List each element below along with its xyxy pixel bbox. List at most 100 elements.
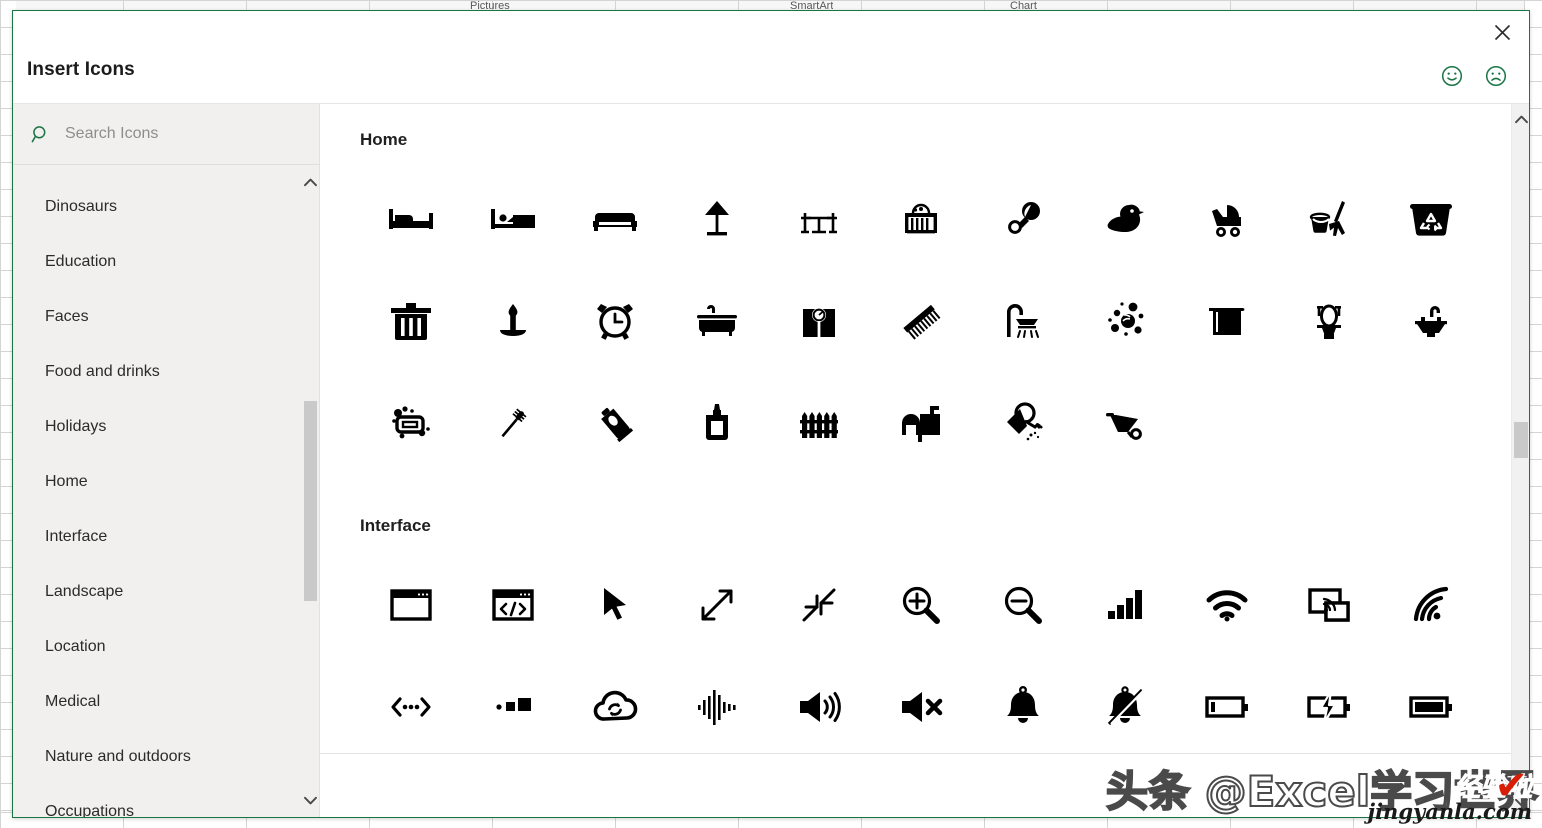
search-row	[13, 104, 319, 165]
bell-off-icon[interactable]	[1074, 656, 1176, 758]
search-input[interactable]	[63, 124, 303, 144]
sidebar-item-label: Landscape	[45, 582, 124, 600]
bathroom-scale-icon[interactable]	[768, 270, 870, 372]
shower-icon[interactable]	[972, 270, 1074, 372]
section-title: Interface	[360, 516, 431, 535]
sidebar-item-food-and-drinks[interactable]: Food and drinks	[13, 344, 301, 399]
browser-window-icon[interactable]	[360, 554, 462, 656]
rubber-duck-icon[interactable]	[1074, 168, 1176, 270]
towel-icon[interactable]	[1176, 270, 1278, 372]
sidebar-item-faces[interactable]: Faces	[13, 289, 301, 344]
zoom-out-icon[interactable]	[972, 554, 1074, 656]
toilet-icon[interactable]	[1278, 270, 1380, 372]
expand-diagonal-icon[interactable]	[666, 554, 768, 656]
floor-lamp-icon[interactable]	[666, 168, 768, 270]
soap-bar-icon[interactable]	[360, 372, 462, 474]
mop-and-bucket-icon[interactable]	[1278, 168, 1380, 270]
dialog-titlebar: Insert Icons	[13, 11, 1529, 103]
code-window-icon[interactable]	[462, 554, 564, 656]
section-title: Home	[360, 130, 408, 149]
recycle-bin-icon[interactable]	[1380, 168, 1482, 270]
sidebar-item-location[interactable]: Location	[13, 619, 301, 674]
table-and-chairs-icon[interactable]	[768, 168, 870, 270]
sidebar-item-landscape[interactable]: Landscape	[13, 564, 301, 619]
gallery-divider	[320, 753, 1511, 754]
scroll-down-arrow-icon[interactable]	[301, 789, 319, 811]
cursor-pointer-icon[interactable]	[564, 554, 666, 656]
scroll-up-arrow-icon[interactable]	[1512, 108, 1530, 130]
feedback-group	[1439, 63, 1509, 89]
sofa-icon[interactable]	[564, 168, 666, 270]
wheelbarrow-icon[interactable]	[1074, 372, 1176, 474]
sidebar-item-label: Holidays	[45, 417, 107, 435]
wifi-icon[interactable]	[1176, 554, 1278, 656]
stroller-icon[interactable]	[1176, 168, 1278, 270]
cloud-sync-icon[interactable]	[564, 656, 666, 758]
sidebar-item-home[interactable]: Home	[13, 454, 301, 509]
category-scrollbar[interactable]	[301, 165, 319, 817]
audio-waveform-icon[interactable]	[666, 656, 768, 758]
toothbrush-icon[interactable]	[462, 372, 564, 474]
glue-bottle-icon[interactable]	[666, 372, 768, 474]
sidebar-item-dinosaurs[interactable]: Dinosaurs	[13, 179, 301, 234]
sidebar-item-label: Faces	[45, 307, 89, 325]
bubbles-icon[interactable]	[1074, 270, 1176, 372]
resize-horizontal-icon[interactable]	[360, 656, 462, 758]
icon-grid	[360, 168, 1511, 474]
sidebar-item-label: Food and drinks	[45, 362, 160, 380]
sidebar-item-label: Occupations	[45, 802, 134, 818]
battery-full-icon[interactable]	[1380, 656, 1482, 758]
battery-charging-icon[interactable]	[1278, 656, 1380, 758]
fence-icon[interactable]	[768, 372, 870, 474]
sink-icon[interactable]	[1380, 270, 1482, 372]
candle-icon[interactable]	[462, 270, 564, 372]
screen-cast-icon[interactable]	[1278, 554, 1380, 656]
comb-icon[interactable]	[870, 270, 972, 372]
sidebar-item-interface[interactable]: Interface	[13, 509, 301, 564]
icon-grid	[360, 554, 1511, 758]
sidebar-item-medical[interactable]: Medical	[13, 674, 301, 729]
sidebar-item-label: Nature and outdoors	[45, 747, 191, 765]
bathtub-icon[interactable]	[666, 270, 768, 372]
sidebar-item-occupations[interactable]: Occupations	[13, 784, 301, 818]
bell-icon[interactable]	[972, 656, 1074, 758]
close-button[interactable]	[1483, 15, 1521, 49]
size-steps-icon[interactable]	[462, 656, 564, 758]
crib-icon[interactable]	[870, 168, 972, 270]
trash-can-icon[interactable]	[360, 270, 462, 372]
speaker-mute-icon[interactable]	[870, 656, 972, 758]
bed-with-person-icon[interactable]	[462, 168, 564, 270]
send-a-smile-icon[interactable]	[1439, 63, 1465, 89]
battery-low-icon[interactable]	[1176, 656, 1278, 758]
zoom-in-icon[interactable]	[870, 554, 972, 656]
dialog-body: Dinosaurs Education Faces Food and drink…	[13, 103, 1529, 817]
bed-icon[interactable]	[360, 168, 462, 270]
insert-icons-dialog: Insert Icons Search Icons Dinosaurs Educ…	[12, 10, 1530, 818]
page-title: Insert Icons	[27, 59, 135, 80]
watering-can-icon[interactable]	[972, 372, 1074, 474]
signal-bars-icon[interactable]	[1074, 554, 1176, 656]
send-a-frown-icon[interactable]	[1483, 63, 1509, 89]
sidebar-item-holidays[interactable]: Holidays	[13, 399, 301, 454]
gallery-scrollbar-thumb[interactable]	[1514, 422, 1528, 458]
mailbox-icon[interactable]	[870, 372, 972, 474]
toothpaste-icon[interactable]	[564, 372, 666, 474]
gallery-scrollbar[interactable]	[1511, 104, 1529, 817]
scroll-up-arrow-icon[interactable]	[301, 171, 319, 193]
icon-gallery-pane: Home Interface	[320, 104, 1529, 817]
alarm-clock-icon[interactable]	[564, 270, 666, 372]
baby-rattle-icon[interactable]	[972, 168, 1074, 270]
category-list: Dinosaurs Education Faces Food and drink…	[13, 165, 301, 818]
sidebar-item-education[interactable]: Education	[13, 234, 301, 289]
speaker-on-icon[interactable]	[768, 656, 870, 758]
sidebar-item-nature-and-outdoors[interactable]: Nature and outdoors	[13, 729, 301, 784]
category-scroll-wrap: Dinosaurs Education Faces Food and drink…	[13, 165, 319, 817]
category-scrollbar-thumb[interactable]	[304, 401, 317, 601]
collapse-diagonal-icon[interactable]	[768, 554, 870, 656]
sidebar-item-label: Home	[45, 472, 88, 490]
scroll-down-arrow-icon[interactable]	[1512, 791, 1530, 813]
gallery-section-home: Home	[360, 130, 1511, 474]
wireless-signal-icon[interactable]	[1380, 554, 1482, 656]
gallery-section-interface: Interface	[360, 516, 1511, 758]
sidebar-item-label: Medical	[45, 692, 101, 710]
